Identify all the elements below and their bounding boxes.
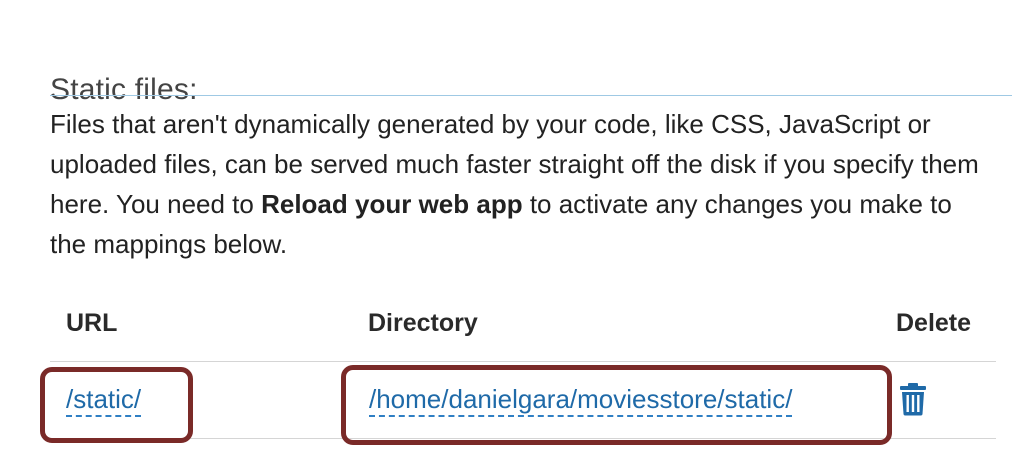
title-divider	[50, 95, 1012, 96]
table-row-divider	[50, 361, 996, 362]
column-header-delete: Delete	[896, 309, 972, 337]
column-header-directory: Directory	[368, 309, 478, 337]
column-header-url: URL	[66, 309, 118, 337]
section-title: Static files:	[50, 72, 198, 106]
trash-icon-svg	[900, 383, 926, 416]
url-highlight-box	[40, 367, 193, 443]
directory-highlight-box	[341, 365, 892, 445]
trash-icon[interactable]	[898, 382, 928, 416]
section-description: Files that aren't dynamically generated …	[50, 104, 990, 264]
reload-web-app-text: Reload your web app	[261, 189, 523, 219]
